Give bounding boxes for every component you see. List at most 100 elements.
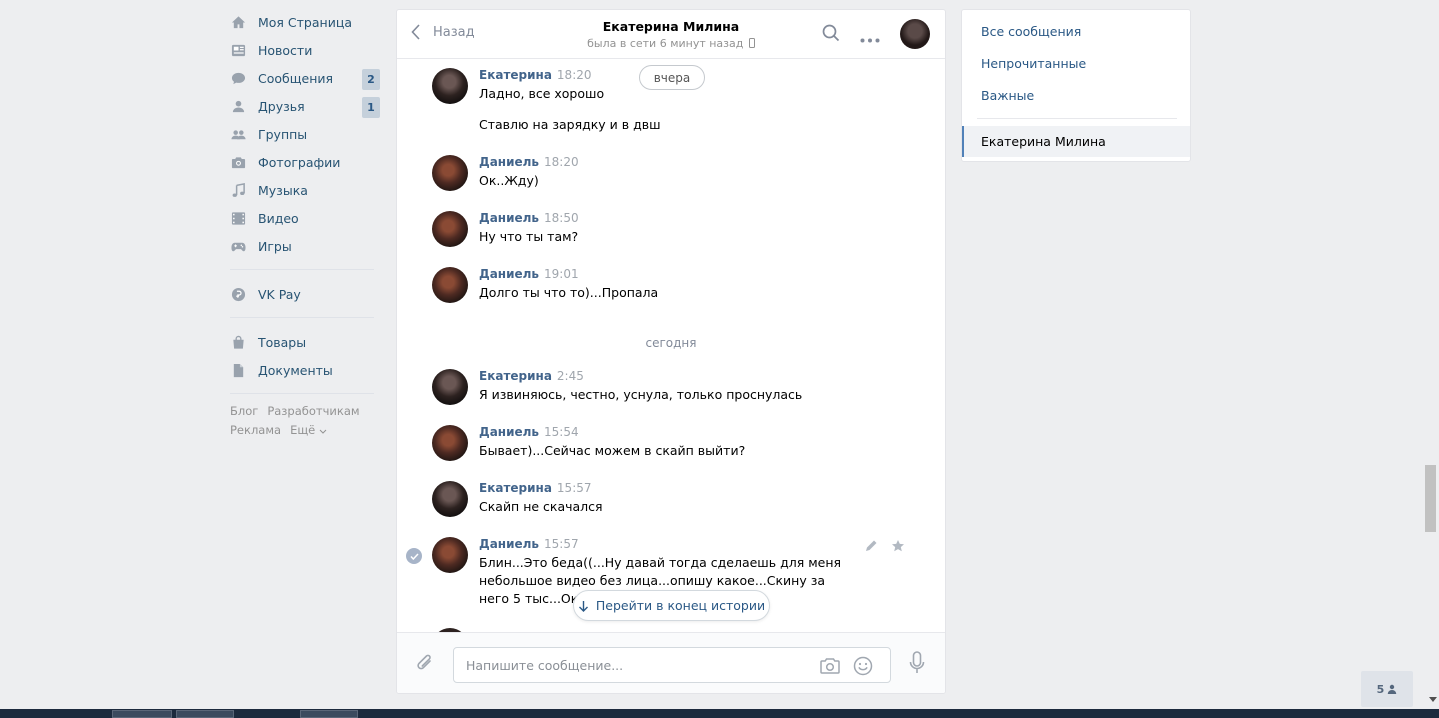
home-icon (230, 14, 246, 30)
footer-dev-link[interactable]: Разработчикам (267, 404, 359, 418)
footer-more-label: Ещё (290, 423, 316, 437)
message-text: Бывает)...Сейчас можем в скайп выйти? (479, 443, 746, 458)
nav-photos[interactable]: Фотографии (230, 148, 380, 176)
person-icon (1388, 684, 1397, 694)
nav-goods[interactable]: Товары (230, 328, 380, 356)
message-text: Я извиняюсь, честно, уснула, только прос… (479, 387, 803, 402)
author-avatar[interactable] (432, 211, 468, 247)
online-friends-button[interactable]: 5 (1361, 671, 1413, 707)
messages-icon (230, 70, 246, 86)
chat-header: Назад Екатерина Милина была в сети 6 мин… (397, 10, 945, 59)
author-avatar[interactable] (432, 537, 468, 573)
author-name: Екатерина (479, 369, 552, 383)
smile-icon[interactable] (853, 656, 873, 679)
friends-count-badge: 1 (362, 97, 380, 118)
filter-all-messages[interactable]: Все сообщения (981, 24, 1081, 39)
left-navigation: Моя Страница Новости Сообщения 2 Друзья … (230, 8, 380, 440)
message-input[interactable] (466, 648, 806, 682)
author-avatar[interactable] (432, 155, 468, 191)
document-icon (230, 362, 246, 378)
footer-blog-link[interactable]: Блог (230, 404, 258, 418)
nav-video[interactable]: Видео (230, 204, 380, 232)
jump-label: Перейти в конец истории (595, 598, 766, 613)
filter-unread[interactable]: Непрочитанные (981, 56, 1086, 71)
taskbar-app-3[interactable] (300, 710, 358, 718)
message-text: Скайп не скачался (479, 499, 603, 514)
nav-label: VK Pay (258, 286, 301, 302)
message-text: Ну что ты там? (479, 229, 579, 244)
message-author[interactable]: Екатерина 18:20 (479, 68, 592, 82)
video-icon (230, 210, 246, 226)
news-icon (230, 42, 246, 58)
nav-groups[interactable]: Группы (230, 120, 380, 148)
nav-my-page[interactable]: Моя Страница (230, 8, 380, 36)
message-text: Ставлю на зарядку и в двш (479, 117, 661, 132)
nav-label: Документы (258, 362, 333, 378)
active-dialog-item[interactable]: Екатерина Милина (962, 126, 1190, 157)
message-text: Ок..Жду) (479, 173, 539, 188)
message-time: 19:01 (544, 267, 579, 281)
microphone-icon[interactable] (909, 651, 925, 678)
message-time: 2:45 (556, 369, 584, 383)
groups-icon (230, 126, 246, 142)
nav-messages[interactable]: Сообщения 2 (230, 64, 380, 92)
author-name: Даниель (479, 267, 539, 281)
nav-label: Видео (258, 210, 299, 226)
message-input-box[interactable] (453, 647, 891, 683)
author-avatar[interactable] (432, 267, 468, 303)
message-author[interactable]: Даниель 15:57 (479, 537, 579, 551)
star-icon[interactable] (891, 539, 905, 556)
author-name: Екатерина (479, 481, 552, 495)
message-author[interactable]: Даниель 15:54 (479, 425, 579, 439)
message-author[interactable]: Екатерина 2:45 (479, 369, 584, 383)
nav-label: Игры (258, 238, 292, 254)
filter-important[interactable]: Важные (981, 88, 1034, 103)
nav-label: Друзья (258, 98, 305, 114)
scroll-down-arrow-icon[interactable] (1429, 697, 1437, 702)
nav-divider (230, 317, 374, 318)
edit-pencil-icon[interactable] (864, 539, 878, 556)
author-avatar[interactable] (432, 425, 468, 461)
nav-label: Товары (258, 334, 307, 350)
nav-games[interactable]: Игры (230, 232, 380, 260)
footer-links: Блог Разработчикам Реклама Ещё (230, 402, 380, 440)
nav-music[interactable]: Музыка (230, 176, 380, 204)
message-history[interactable]: вчера Екатерина 18:20 Ладно, все хорошо С… (397, 60, 945, 632)
message-text: Ладно, все хорошо (479, 86, 605, 101)
message-author[interactable]: Екатерина 15:57 (479, 481, 592, 495)
message-time: 15:57 (544, 537, 579, 551)
search-icon[interactable] (822, 24, 840, 45)
os-taskbar (0, 709, 1439, 718)
more-icon[interactable] (860, 31, 880, 46)
nav-docs[interactable]: Документы (230, 356, 380, 384)
peer-avatar[interactable] (900, 19, 930, 49)
nav-label: Музыка (258, 182, 308, 198)
message-author[interactable]: Даниель 18:20 (479, 155, 579, 169)
nav-news[interactable]: Новости (230, 36, 380, 64)
footer-ads-link[interactable]: Реклама (230, 423, 281, 437)
taskbar-app-1[interactable] (112, 710, 172, 718)
nav-friends[interactable]: Друзья 1 (230, 92, 380, 120)
nav-label: Новости (258, 42, 313, 58)
nav-label: Группы (258, 126, 308, 142)
author-name: Даниель (479, 537, 539, 551)
author-avatar[interactable] (432, 68, 468, 104)
message-author[interactable]: Даниель 18:50 (479, 211, 579, 225)
camera-icon[interactable] (819, 656, 841, 679)
author-name: Даниель (479, 425, 539, 439)
camera-icon (230, 154, 246, 170)
footer-more-link[interactable]: Ещё (290, 423, 327, 437)
mobile-icon (748, 38, 755, 48)
message-author[interactable]: Даниель 19:01 (479, 267, 579, 281)
nav-vkpay[interactable]: VK Pay (230, 280, 380, 308)
friends-icon (230, 98, 246, 114)
author-avatar[interactable] (432, 481, 468, 517)
page-scrollbar-thumb[interactable] (1425, 465, 1436, 532)
chat-panel: Назад Екатерина Милина была в сети 6 мин… (396, 9, 946, 694)
jump-to-end-button[interactable]: Перейти в конец истории (573, 590, 770, 621)
author-avatar[interactable] (432, 369, 468, 405)
taskbar-app-2[interactable] (176, 710, 234, 718)
selected-check-icon[interactable] (406, 548, 422, 564)
paperclip-icon[interactable] (415, 652, 435, 677)
shopping-bag-icon (230, 334, 246, 350)
